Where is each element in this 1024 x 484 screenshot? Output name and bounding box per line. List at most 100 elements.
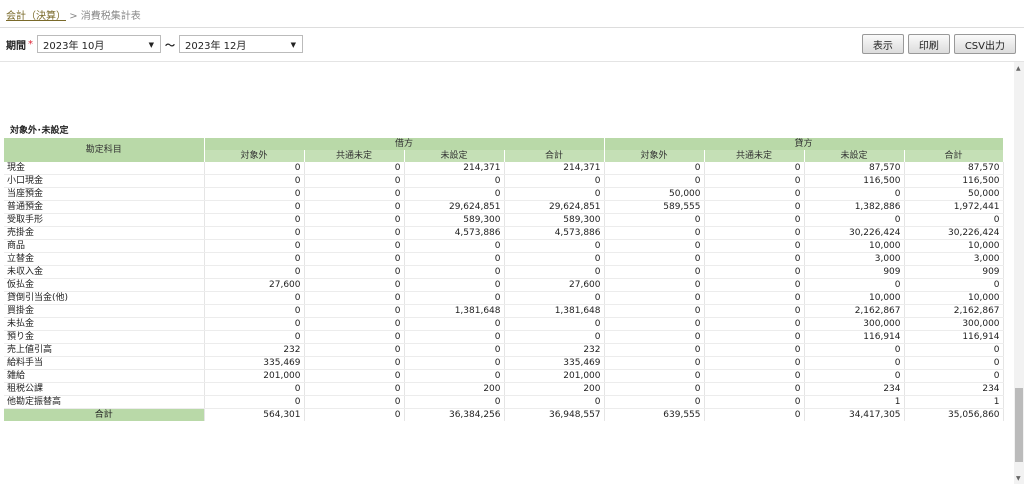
amount-cell: 29,624,851 xyxy=(404,200,505,214)
amount-cell: 0 xyxy=(804,213,905,227)
amount-cell: 0 xyxy=(304,382,405,396)
amount-cell: 0 xyxy=(304,252,405,266)
amount-cell: 0 xyxy=(504,187,605,201)
scroll-up-icon[interactable]: ▲ xyxy=(1016,65,1021,72)
scrollbar-thumb[interactable] xyxy=(1015,388,1023,462)
amount-cell: 0 xyxy=(404,369,505,383)
amount-cell: 0 xyxy=(704,304,805,318)
amount-cell: 0 xyxy=(204,265,305,279)
print-button[interactable]: 印刷 xyxy=(907,34,950,54)
amount-cell: 0 xyxy=(604,265,705,279)
total-cell: 36,948,557 xyxy=(504,408,605,421)
amount-cell: 0 xyxy=(304,330,405,344)
amount-cell: 201,000 xyxy=(204,369,305,383)
amount-cell: 0 xyxy=(704,317,805,331)
amount-cell: 0 xyxy=(704,162,805,175)
breadcrumb-separator: > xyxy=(69,11,78,22)
total-cell: 34,417,305 xyxy=(804,408,905,421)
table-row: 未収入金 0 0 0 0 0 0 909 909 xyxy=(4,265,1004,279)
account-name: 雑給 xyxy=(4,369,205,383)
account-name: 当座預金 xyxy=(4,187,205,201)
amount-cell: 0 xyxy=(804,369,905,383)
amount-cell: 0 xyxy=(304,291,405,305)
amount-cell: 0 xyxy=(704,343,805,357)
amount-cell: 1,972,441 xyxy=(904,200,1004,214)
total-cell: 35,056,860 xyxy=(904,408,1004,421)
amount-cell: 87,570 xyxy=(804,162,905,175)
amount-cell: 0 xyxy=(504,395,605,409)
amount-cell: 0 xyxy=(604,343,705,357)
amount-cell: 116,500 xyxy=(904,174,1004,188)
table-row: 給料手当 335,469 0 0 335,469 0 0 0 0 xyxy=(4,356,1004,370)
amount-cell: 0 xyxy=(304,187,405,201)
amount-cell: 29,624,851 xyxy=(504,200,605,214)
amount-cell: 0 xyxy=(604,395,705,409)
amount-cell: 1,382,886 xyxy=(804,200,905,214)
table-body: 現金 0 0 214,371 214,371 0 0 87,570 87,570 小口現金 0 0 0 0… xyxy=(4,162,1004,409)
period-to-select[interactable]: 2023年 12月 ▼ xyxy=(179,35,303,53)
amount-cell: 0 xyxy=(504,291,605,305)
amount-cell: 0 xyxy=(504,252,605,266)
amount-cell: 0 xyxy=(604,252,705,266)
credit-subheader: 共通未定 xyxy=(704,150,805,162)
debit-subheader: 共通未定 xyxy=(304,150,405,162)
amount-cell: 1 xyxy=(904,395,1004,409)
amount-cell: 234 xyxy=(904,382,1004,396)
table-row: 雑給 201,000 0 0 201,000 0 0 0 0 xyxy=(4,369,1004,383)
amount-cell: 27,600 xyxy=(204,278,305,292)
action-buttons: 表示 印刷 CSV出力 xyxy=(861,34,1016,54)
amount-cell: 335,469 xyxy=(204,356,305,370)
amount-cell: 0 xyxy=(604,369,705,383)
show-button[interactable]: 表示 xyxy=(861,34,904,54)
amount-cell: 1,381,648 xyxy=(404,304,505,318)
period-filter: 期間 * 2023年 10月 ▼ ～ 2023年 12月 ▼ xyxy=(6,34,303,54)
table-row: 貸倒引当金(他) 0 0 0 0 0 0 10,000 10,000 xyxy=(4,291,1004,305)
amount-cell: 300,000 xyxy=(904,317,1004,331)
amount-cell: 0 xyxy=(404,278,505,292)
total-cell: 639,555 xyxy=(604,408,705,421)
table-row: 当座預金 0 0 0 0 50,000 0 0 50,000 xyxy=(4,187,1004,201)
amount-cell: 116,500 xyxy=(804,174,905,188)
amount-cell: 0 xyxy=(304,369,405,383)
amount-cell: 300,000 xyxy=(804,317,905,331)
breadcrumb-current: 消費税集計表 xyxy=(80,11,141,22)
amount-cell: 0 xyxy=(304,226,405,240)
breadcrumb-link-accounting[interactable]: 会計（決算） xyxy=(6,11,66,22)
account-name: 貸倒引当金(他) xyxy=(4,291,205,305)
amount-cell: 0 xyxy=(204,291,305,305)
amount-cell: 0 xyxy=(704,330,805,344)
account-name: 他勘定振替高 xyxy=(4,395,205,409)
table-row: 租税公課 0 0 200 200 0 0 234 234 xyxy=(4,382,1004,396)
amount-cell: 0 xyxy=(504,239,605,253)
account-header: 勘定科目 xyxy=(4,138,205,162)
table-row: 売掛金 0 0 4,573,886 4,573,886 0 0 30,226,424 30,22… xyxy=(4,226,1004,240)
amount-cell: 0 xyxy=(404,291,505,305)
amount-cell: 0 xyxy=(604,174,705,188)
amount-cell: 0 xyxy=(604,162,705,175)
amount-cell: 0 xyxy=(204,395,305,409)
amount-cell: 0 xyxy=(804,187,905,201)
amount-cell: 0 xyxy=(604,213,705,227)
amount-cell: 589,300 xyxy=(404,213,505,227)
period-from-select[interactable]: 2023年 10月 ▼ xyxy=(37,35,161,53)
amount-cell: 0 xyxy=(704,395,805,409)
credit-header: 貸方 xyxy=(604,138,1004,150)
amount-cell: 0 xyxy=(204,382,305,396)
credit-subheader: 合計 xyxy=(904,150,1004,162)
amount-cell: 0 xyxy=(404,395,505,409)
account-name: 立替金 xyxy=(4,252,205,266)
amount-cell: 200 xyxy=(504,382,605,396)
amount-cell: 0 xyxy=(204,252,305,266)
scroll-down-icon[interactable]: ▼ xyxy=(1016,475,1021,482)
table-row: 売上値引高 232 0 0 232 0 0 0 0 xyxy=(4,343,1004,357)
amount-cell: 0 xyxy=(304,278,405,292)
amount-cell: 0 xyxy=(604,226,705,240)
amount-cell: 2,162,867 xyxy=(804,304,905,318)
vertical-scrollbar[interactable]: ▲ ▼ xyxy=(1014,62,1024,484)
amount-cell: 116,914 xyxy=(904,330,1004,344)
debit-subheader: 未設定 xyxy=(404,150,505,162)
csv-export-button[interactable]: CSV出力 xyxy=(953,34,1016,54)
header-divider xyxy=(0,27,1024,28)
amount-cell: 0 xyxy=(204,330,305,344)
amount-cell: 0 xyxy=(204,239,305,253)
